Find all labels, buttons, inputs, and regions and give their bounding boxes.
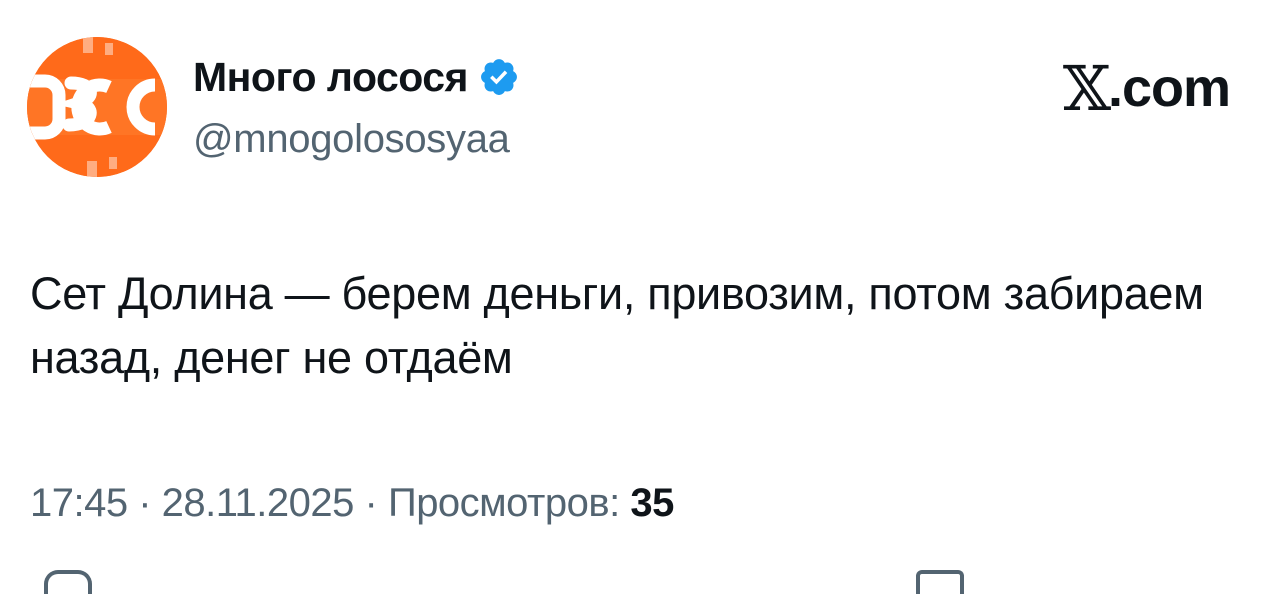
x-logo: 𝕏 .com bbox=[1063, 52, 1231, 125]
avatar[interactable] bbox=[27, 37, 167, 177]
meta-separator: · bbox=[127, 481, 162, 525]
tweet-text: Сет Долина — берем деньги, привозим, пот… bbox=[30, 268, 1204, 383]
views-label: Просмотров: bbox=[387, 481, 631, 525]
bookmark-icon[interactable] bbox=[916, 570, 964, 594]
reply-icon[interactable] bbox=[44, 570, 92, 594]
x-logo-icon: 𝕏 bbox=[1062, 51, 1111, 125]
tweet-time[interactable]: 17:45 bbox=[30, 481, 128, 525]
avatar-logo-icon bbox=[27, 37, 167, 177]
tweet-meta: 17:45 · 28.11.2025 · Просмотров: 35 bbox=[30, 478, 674, 528]
views-count: 35 bbox=[630, 481, 674, 525]
verified-badge-icon bbox=[478, 56, 520, 98]
x-logo-suffix: .com bbox=[1107, 58, 1231, 118]
author-handle[interactable]: @mnogolososyaa bbox=[193, 114, 510, 164]
meta-separator: · bbox=[353, 481, 388, 525]
author-name-row: Много лосося bbox=[193, 52, 520, 102]
author-display-name[interactable]: Много лосося bbox=[193, 52, 468, 102]
tweet-date[interactable]: 28.11.2025 bbox=[162, 481, 355, 525]
